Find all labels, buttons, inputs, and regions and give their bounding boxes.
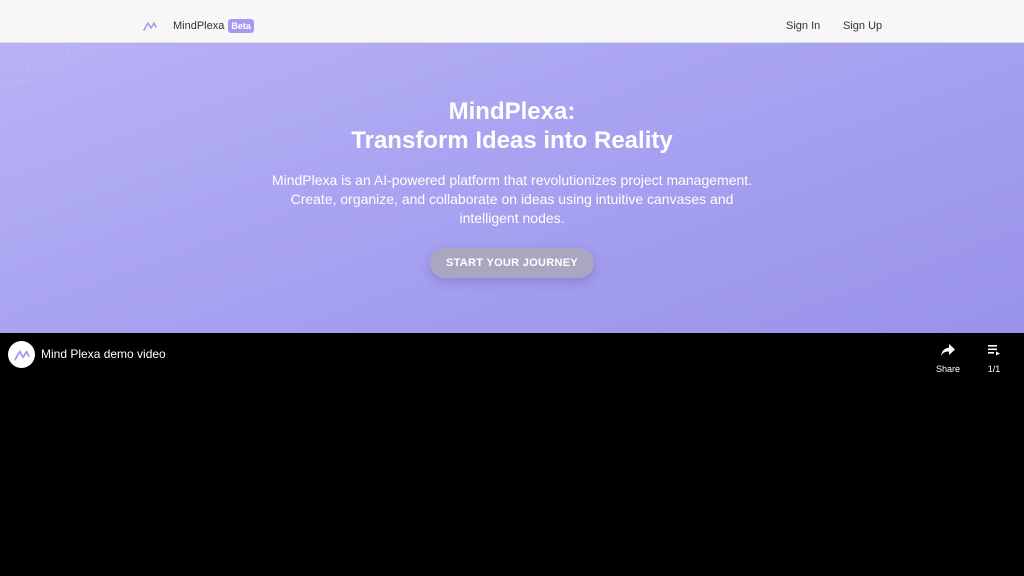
- hero-title-line-2: Transform Ideas into Reality: [351, 127, 673, 154]
- mindplexa-logo-icon: [143, 22, 157, 31]
- hero-section: MindPlexa: Transform Ideas into Reality …: [0, 43, 1024, 333]
- top-navbar: MindPlexa Beta Sign In Sign Up: [0, 0, 1024, 43]
- share-label: Share: [935, 364, 961, 374]
- beta-badge: Beta: [228, 19, 254, 33]
- brand-name: MindPlexa: [173, 20, 225, 32]
- sign-up-link[interactable]: Sign Up: [843, 20, 882, 32]
- hero-title-line-1: MindPlexa:: [448, 98, 576, 125]
- mindplexa-logo-icon: [13, 350, 30, 360]
- sign-in-link[interactable]: Sign In: [786, 20, 820, 32]
- video-embed[interactable]: Mind Plexa demo video Share 1/1: [0, 333, 1024, 576]
- playlist-icon: [988, 345, 1000, 356]
- start-journey-button[interactable]: START YOUR JOURNEY: [430, 248, 594, 278]
- channel-avatar[interactable]: [8, 341, 35, 368]
- brand[interactable]: MindPlexa Beta: [143, 19, 254, 33]
- video-title[interactable]: Mind Plexa demo video: [41, 347, 166, 361]
- hero-title: MindPlexa: Transform Ideas into Reality: [0, 97, 1024, 155]
- share-button[interactable]: Share: [932, 343, 964, 374]
- playlist-button[interactable]: 1/1: [980, 343, 1008, 374]
- share-arrow-icon: [941, 344, 955, 356]
- playlist-count: 1/1: [987, 364, 1001, 374]
- hero-description: MindPlexa is an AI-powered platform that…: [271, 172, 753, 226]
